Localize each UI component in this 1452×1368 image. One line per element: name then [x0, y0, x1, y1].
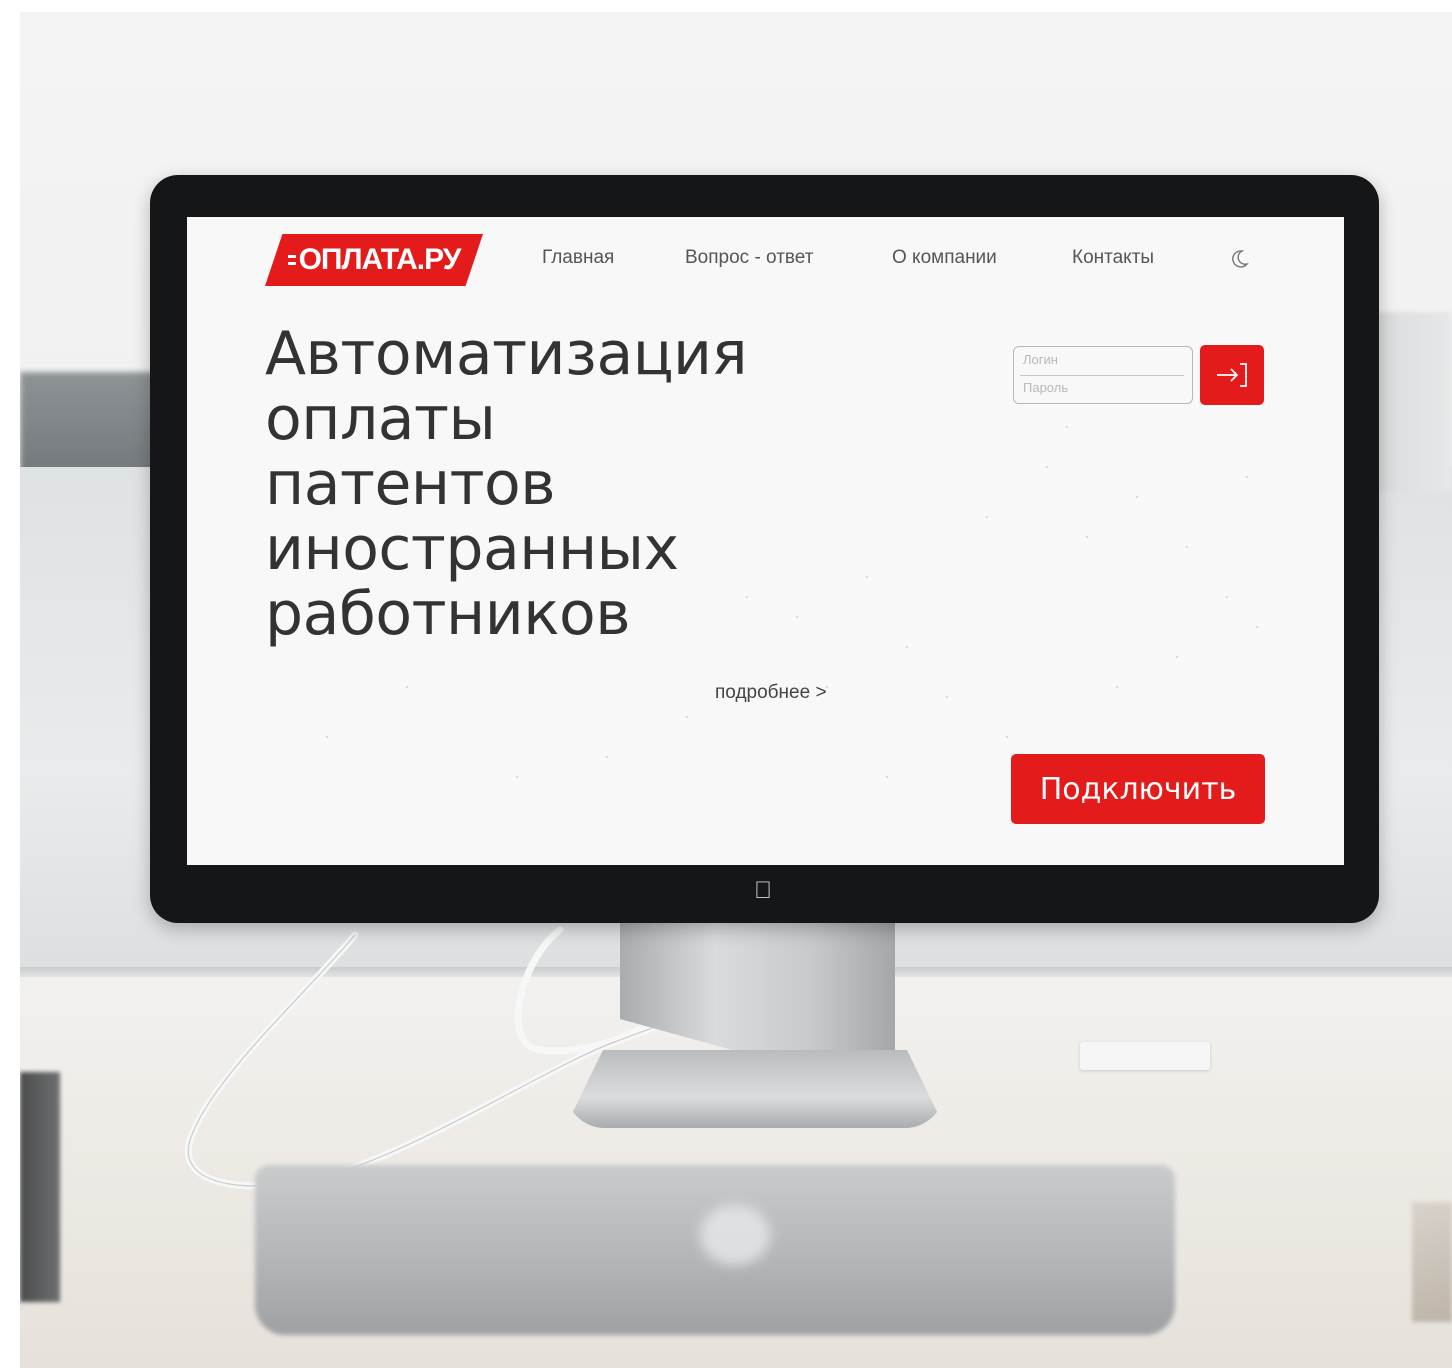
logo-text: ОПЛАТА.РУ — [299, 243, 461, 277]
hero-headline: Автоматизация оплаты патентов иностранны… — [265, 322, 825, 647]
background-wall-shadow — [20, 372, 160, 482]
nav-contacts[interactable]: Контакты — [1072, 247, 1154, 269]
password-input[interactable]: Пароль — [1023, 380, 1183, 395]
headline-line: иностранных — [265, 517, 825, 582]
laptop-logo-icon — [700, 1205, 770, 1265]
headline-line: оплаты — [265, 387, 825, 452]
desk-device — [1080, 1042, 1210, 1070]
background-block — [1370, 312, 1452, 492]
login-divider — [1020, 375, 1184, 376]
logo-mark-icon — [288, 255, 296, 265]
login-arrow-icon — [1213, 358, 1251, 392]
login-input[interactable]: Логин — [1023, 352, 1183, 367]
connect-button[interactable]: Подключить — [1011, 754, 1265, 824]
moon-icon[interactable] — [1227, 247, 1251, 271]
nav-faq[interactable]: Вопрос - ответ — [685, 247, 813, 269]
nav-about[interactable]: О компании — [892, 247, 997, 269]
apple-logo-icon:  — [752, 878, 774, 904]
monitor-stand-base — [565, 1050, 945, 1128]
more-link[interactable]: подробнее > — [715, 682, 827, 704]
headline-line: патентов — [265, 452, 825, 517]
desk-right-object — [1412, 1202, 1452, 1322]
headline-line: Автоматизация — [265, 322, 825, 387]
nav-home[interactable]: Главная — [542, 247, 614, 269]
headline-line: работников — [265, 582, 825, 647]
desk-left-object — [20, 1072, 60, 1302]
login-button[interactable] — [1200, 345, 1264, 405]
login-form: Логин Пароль — [1013, 346, 1193, 404]
monitor-screen: ОПЛАТА.РУ Главная Вопрос - ответ О компа… — [187, 217, 1344, 865]
site-logo[interactable]: ОПЛАТА.РУ — [265, 234, 483, 286]
